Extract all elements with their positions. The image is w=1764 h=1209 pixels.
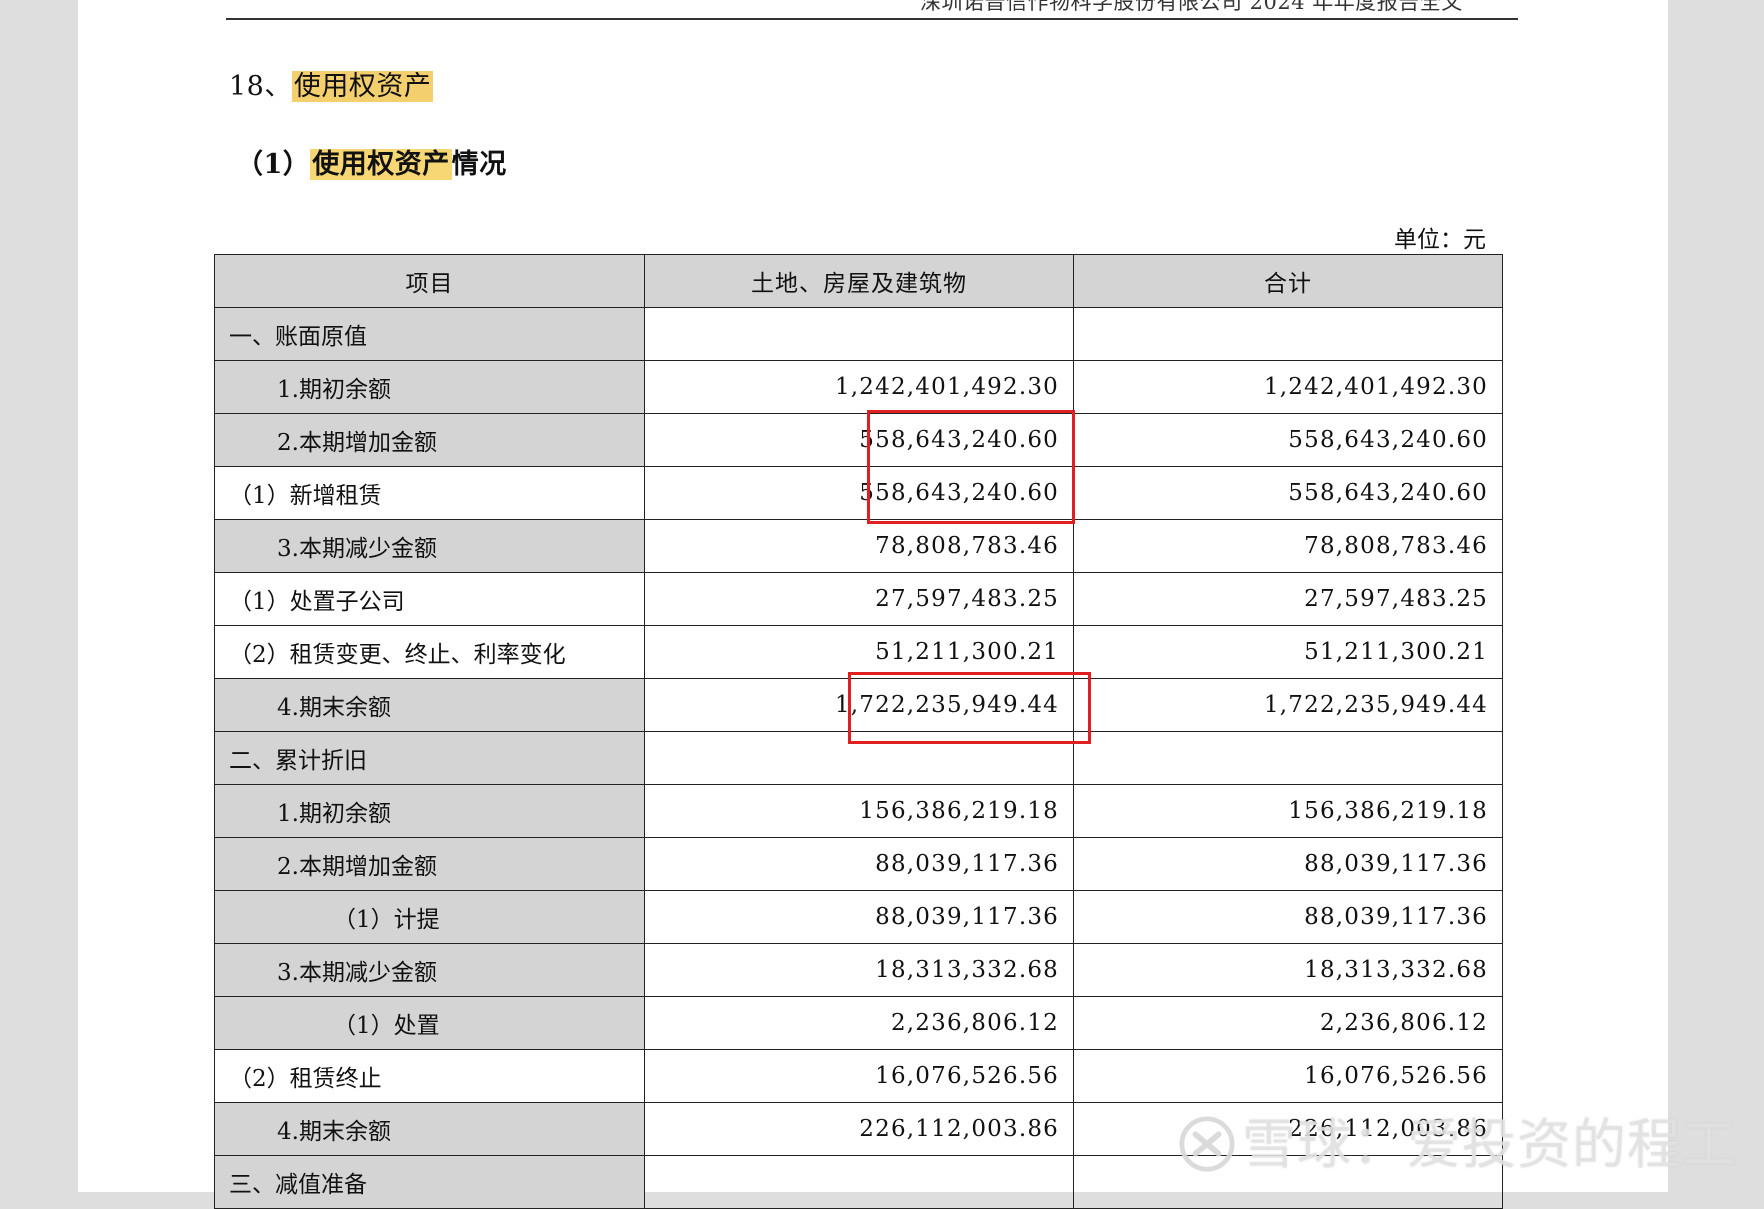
- cell-total: 78,808,783.46: [1073, 519, 1503, 573]
- cell-land: [644, 731, 1074, 785]
- table-row: （1）处置子公司 27,597,483.25 27,597,483.25: [214, 572, 1503, 626]
- row-label: 4.期末余额: [214, 678, 645, 732]
- row-label: 三、减值准备: [214, 1155, 645, 1209]
- cell-total: 88,039,117.36: [1073, 890, 1503, 944]
- column-header-total: 合计: [1073, 254, 1503, 308]
- row-label: 3.本期减少金额: [214, 519, 645, 573]
- cell-land: 226,112,003.86: [644, 1102, 1074, 1156]
- row-label: 二、累计折旧: [214, 731, 645, 785]
- cell-total: 558,643,240.60: [1073, 466, 1503, 520]
- row-label: （1）处置: [214, 996, 645, 1050]
- cell-land: 558,643,240.60: [644, 413, 1074, 467]
- row-label: （2）租赁变更、终止、利率变化: [214, 625, 645, 679]
- section-title: 使用权资产: [291, 71, 434, 102]
- watermark-text: 雪球：爱投资的程工: [1242, 1113, 1737, 1176]
- table-row: （2）租赁终止 16,076,526.56 16,076,526.56: [214, 1049, 1503, 1103]
- subsection-suffix: 情况: [451, 149, 507, 180]
- watermark: 雪球：爱投资的程工: [1178, 1100, 1737, 1179]
- cell-total: 16,076,526.56: [1073, 1049, 1503, 1103]
- unit-label: 单位：元: [1394, 227, 1486, 253]
- cell-land: 51,211,300.21: [644, 625, 1074, 679]
- table-row: （1）计提 88,039,117.36 88,039,117.36: [214, 890, 1503, 944]
- column-header-land-buildings: 土地、房屋及建筑物: [644, 254, 1074, 308]
- table-row: 一、账面原值: [214, 307, 1503, 361]
- table-header-row: 项目 土地、房屋及建筑物 合计: [214, 254, 1503, 308]
- row-label: 3.本期减少金额: [214, 943, 645, 997]
- row-label: 1.期初余额: [214, 360, 645, 414]
- section-number: 18、: [229, 71, 292, 102]
- subsection-highlight: 使用权资产: [310, 149, 452, 180]
- table-row: （1）处置 2,236,806.12 2,236,806.12: [214, 996, 1503, 1050]
- table-row: 2.本期增加金额 558,643,240.60 558,643,240.60: [214, 413, 1503, 467]
- table-row: （1）新增租赁 558,643,240.60 558,643,240.60: [214, 466, 1503, 520]
- header-rule: [226, 18, 1518, 20]
- row-label: 1.期初余额: [214, 784, 645, 838]
- cell-land: 16,076,526.56: [644, 1049, 1074, 1103]
- cell-total: 156,386,219.18: [1073, 784, 1503, 838]
- table-row: 3.本期减少金额 78,808,783.46 78,808,783.46: [214, 519, 1503, 573]
- table-row: 二、累计折旧: [214, 731, 1503, 785]
- cell-land: 1,722,235,949.44: [644, 678, 1074, 732]
- section-heading: 18、使用权资产: [229, 64, 434, 103]
- cell-total: [1073, 307, 1503, 361]
- snowball-logo-icon: [1179, 1116, 1235, 1172]
- cell-land: [644, 307, 1074, 361]
- cell-land: 18,313,332.68: [644, 943, 1074, 997]
- right-of-use-asset-table: 项目 土地、房屋及建筑物 合计 一、账面原值 1.期初余额 1,242,401,…: [214, 254, 1503, 1209]
- cell-total: 558,643,240.60: [1073, 413, 1503, 467]
- cell-total: 2,236,806.12: [1073, 996, 1503, 1050]
- report-header: 深圳诺普信作物科学股份有限公司 2024 年年度报告全文: [920, 0, 1463, 14]
- table-row: 4.期末余额 1,722,235,949.44 1,722,235,949.44: [214, 678, 1503, 732]
- row-label: 一、账面原值: [214, 307, 645, 361]
- row-label: （2）租赁终止: [214, 1049, 645, 1103]
- subsection-heading: （1）使用权资产情况: [236, 142, 507, 181]
- row-label: 2.本期增加金额: [214, 837, 645, 891]
- table-row: 1.期初余额 156,386,219.18 156,386,219.18: [214, 784, 1503, 838]
- cell-total: 51,211,300.21: [1073, 625, 1503, 679]
- cell-land: 558,643,240.60: [644, 466, 1074, 520]
- cell-total: 18,313,332.68: [1073, 943, 1503, 997]
- table-row: 1.期初余额 1,242,401,492.30 1,242,401,492.30: [214, 360, 1503, 414]
- cell-total: 27,597,483.25: [1073, 572, 1503, 626]
- subsection-prefix: （1）: [236, 149, 311, 180]
- cell-land: 88,039,117.36: [644, 890, 1074, 944]
- table-row: （2）租赁变更、终止、利率变化 51,211,300.21 51,211,300…: [214, 625, 1503, 679]
- column-header-item: 项目: [214, 254, 645, 308]
- cell-total: 1,722,235,949.44: [1073, 678, 1503, 732]
- row-label: 2.本期增加金额: [214, 413, 645, 467]
- cell-land: 27,597,483.25: [644, 572, 1074, 626]
- cell-total: 1,242,401,492.30: [1073, 360, 1503, 414]
- table-row: 2.本期增加金额 88,039,117.36 88,039,117.36: [214, 837, 1503, 891]
- cell-land: [644, 1155, 1074, 1209]
- cell-total: 88,039,117.36: [1073, 837, 1503, 891]
- cell-land: 1,242,401,492.30: [644, 360, 1074, 414]
- cell-land: 2,236,806.12: [644, 996, 1074, 1050]
- row-label: （1）计提: [214, 890, 645, 944]
- cell-total: [1073, 731, 1503, 785]
- cell-land: 78,808,783.46: [644, 519, 1074, 573]
- cell-land: 156,386,219.18: [644, 784, 1074, 838]
- row-label: （1）处置子公司: [214, 572, 645, 626]
- row-label: （1）新增租赁: [214, 466, 645, 520]
- cell-land: 88,039,117.36: [644, 837, 1074, 891]
- table-row: 3.本期减少金额 18,313,332.68 18,313,332.68: [214, 943, 1503, 997]
- row-label: 4.期末余额: [214, 1102, 645, 1156]
